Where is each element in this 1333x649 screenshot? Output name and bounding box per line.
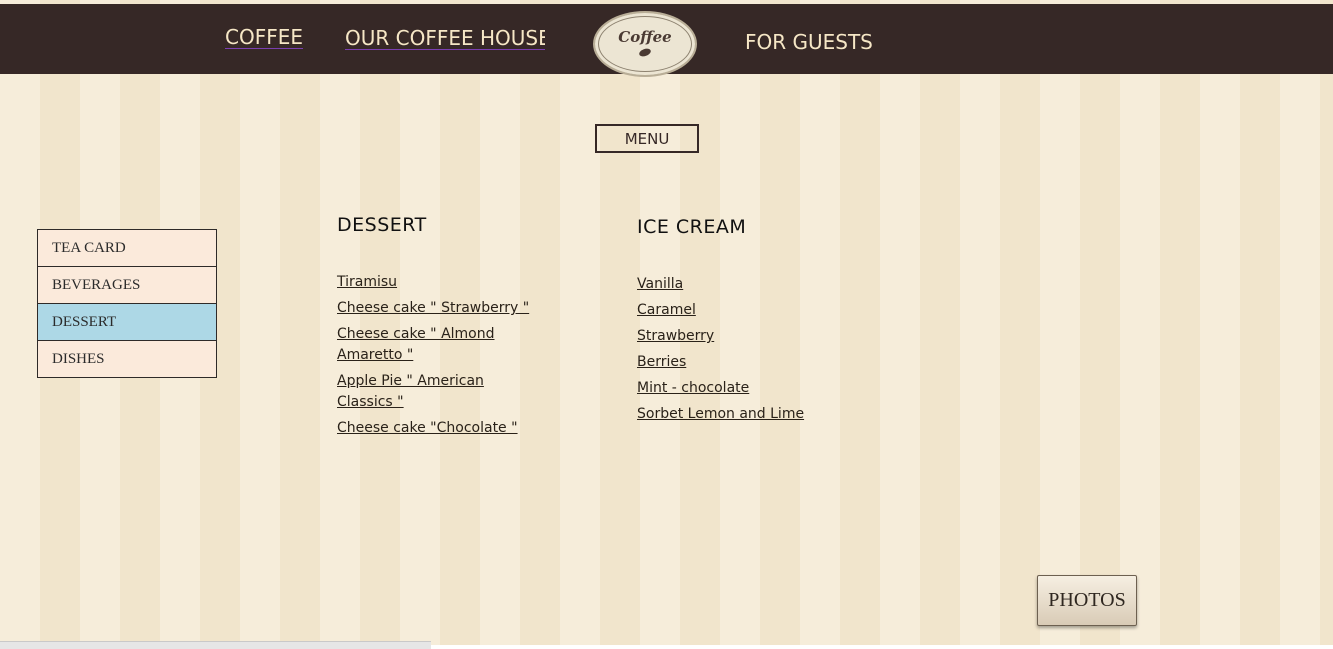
ice-cream-column: ICE CREAM Vanilla Caramel Strawberry Ber…	[637, 216, 897, 430]
sidebar-item-dishes[interactable]: DISHES	[37, 340, 217, 378]
dessert-link[interactable]: Tiramisu	[337, 272, 567, 293]
menu-category-sidebar: TEA CARD BEVERAGES DESSERT DISHES	[37, 229, 217, 378]
nav-link-our-coffee-house[interactable]: OUR COFFEE HOUSE	[345, 26, 545, 50]
dessert-link[interactable]: Apple Pie " American Classics "	[337, 371, 507, 413]
ice-cream-link[interactable]: Mint - chocolate	[637, 378, 897, 399]
coffee-bean-icon	[638, 47, 652, 58]
dessert-link[interactable]: Cheese cake " Almond Amaretto "	[337, 324, 517, 366]
sidebar-item-beverages[interactable]: BEVERAGES	[37, 266, 217, 304]
logo-text: Coffee	[618, 28, 672, 46]
ice-cream-link[interactable]: Caramel	[637, 300, 897, 321]
ice-cream-link[interactable]: Vanilla	[637, 274, 897, 295]
browser-status-bar	[0, 641, 431, 649]
dessert-column: DESSERT Tiramisu Cheese cake " Strawberr…	[337, 214, 567, 444]
ice-cream-heading: ICE CREAM	[637, 216, 747, 238]
ice-cream-link[interactable]: Sorbet Lemon and Lime	[637, 404, 897, 425]
nav-link-coffee[interactable]: COFFEE	[225, 25, 303, 49]
top-navigation-bar: COFFEE OUR COFFEE HOUSE Coffee FOR GUEST…	[0, 4, 1333, 77]
sidebar-item-dessert[interactable]: DESSERT	[37, 303, 217, 341]
nav-link-for-guests[interactable]: FOR GUESTS	[745, 30, 873, 54]
sidebar-item-tea-card[interactable]: TEA CARD	[37, 229, 217, 267]
page-background: COFFEE OUR COFFEE HOUSE Coffee FOR GUEST…	[0, 0, 1333, 645]
coffee-logo[interactable]: Coffee	[593, 11, 697, 77]
ice-cream-link[interactable]: Berries	[637, 352, 897, 373]
dessert-link[interactable]: Cheese cake " Strawberry "	[337, 298, 567, 319]
menu-button[interactable]: MENU	[595, 124, 699, 153]
dessert-heading: DESSERT	[337, 214, 427, 236]
dessert-link[interactable]: Cheese cake "Chocolate "	[337, 418, 567, 439]
ice-cream-link[interactable]: Strawberry	[637, 326, 897, 347]
photos-button[interactable]: PHOTOS	[1037, 575, 1137, 626]
